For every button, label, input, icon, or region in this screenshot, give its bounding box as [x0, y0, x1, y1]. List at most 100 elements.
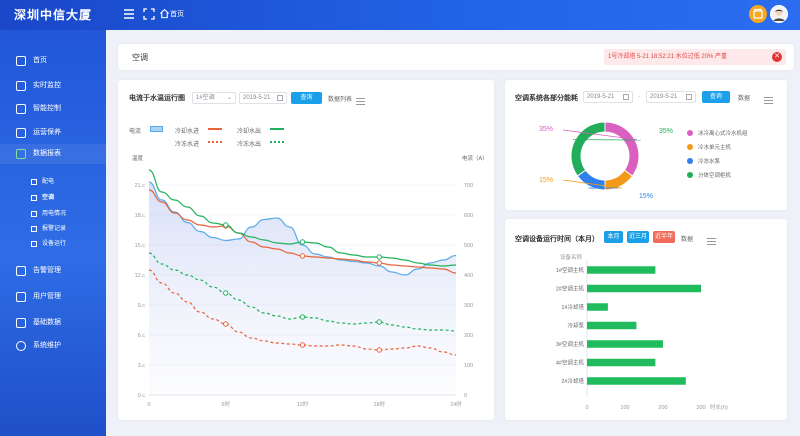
legend-cw-in-swatch — [208, 127, 223, 130]
x-tick-label: 0 — [147, 402, 150, 408]
bar — [587, 377, 686, 385]
grid-icon — [16, 81, 26, 91]
sidebar-item-base-data[interactable]: 基础数据 — [0, 313, 106, 333]
sidebar-item-monitor[interactable]: 实时监控 — [0, 76, 106, 96]
legend-label: 冷水单元主机 — [698, 143, 732, 151]
series-chw-in-line — [148, 269, 457, 356]
sidebar-sub-alarms[interactable]: 报警记录 — [0, 222, 106, 236]
bar — [587, 266, 656, 274]
runtime-card: 空调设备运行时间（本月） 本月 近三月 近半年 数据 设备名称 0 100 200 30… — [505, 219, 787, 420]
legend-label: 冰冷离心式冷水机组 — [698, 129, 748, 137]
notification-icon[interactable] — [749, 5, 767, 23]
y-tick-label: 3.c — [138, 363, 146, 369]
bar — [587, 340, 663, 348]
legend-current-swatch — [150, 125, 164, 132]
data-point-marker — [376, 319, 382, 325]
bar-category-label: 冷却泵 — [567, 322, 584, 330]
sidebar-item-system[interactable]: 系统维护 — [0, 336, 106, 356]
energy-card: 空调系统各部分能耗 2019-5-21 - 2019-5-21 查询 数据 35… — [505, 80, 787, 210]
x-tick-label: 200 — [658, 405, 667, 411]
legend-dot — [687, 172, 693, 178]
page-header: 空调 1号冷却塔 5-21 18:52:21 水位过低 20% 严重 ✕ — [118, 44, 794, 70]
bar-category-label: 1#空调主机 — [556, 266, 585, 274]
data-point-marker — [223, 290, 229, 296]
alarm-text: 1号冷却塔 5-21 18:52:21 水位过低 20% 严重 — [608, 54, 728, 60]
sliders-icon — [16, 104, 26, 114]
sidebar-item-reports[interactable]: 数据报表 — [0, 144, 106, 164]
chevron-down-icon: ⌄ — [226, 95, 232, 101]
x-axis-title: 时长(h) — [710, 403, 728, 411]
clipboard-icon — [16, 128, 26, 138]
y2-tick-label: 500 — [464, 243, 473, 249]
donut-percent-label: 35% — [539, 126, 553, 133]
data-point-marker — [376, 254, 382, 260]
brand-title: 深圳中信大厦 — [13, 8, 92, 22]
donut-slice — [604, 169, 634, 191]
legend-dot — [687, 158, 693, 164]
ac-icon — [31, 195, 37, 201]
y2-tick-label: 200 — [464, 333, 473, 339]
bar-category-label: 3#空调主机 — [556, 340, 585, 348]
donut-slice — [570, 121, 606, 177]
legend-chw-out-swatch — [270, 140, 285, 143]
list-icon[interactable] — [356, 93, 365, 111]
main-chart-card: 电流于水温运行图 1#空调 ⌄ 2019-5-21 查询 数据列表 电流 冷却水… — [118, 80, 494, 420]
date-field[interactable]: 2019-5-21 — [239, 92, 287, 104]
x-tick-label: 18时 — [373, 400, 385, 408]
legend-chw-in: 冷冻水进 — [175, 133, 223, 151]
sidebar-item-maintenance[interactable]: 运营保养 — [0, 123, 106, 143]
y-tick-label: 21.c — [135, 183, 146, 189]
sidebar-item-control[interactable]: 智能控制 — [0, 99, 106, 119]
calendar-icon — [277, 95, 283, 101]
donut-slice — [604, 121, 640, 177]
bar — [587, 284, 701, 293]
series-chw-out-line — [148, 252, 457, 332]
chart-icon — [16, 56, 26, 66]
sidebar-sub-power[interactable]: 配电 — [0, 175, 106, 189]
legend-dot — [687, 144, 693, 150]
y-axis-title: 温度 — [132, 154, 144, 162]
sidebar-sub-ac[interactable]: 空调 — [0, 191, 106, 205]
y-tick-label: 15.c — [135, 243, 146, 249]
legend-dot — [687, 130, 693, 136]
close-icon[interactable]: ✕ — [772, 52, 782, 62]
breadcrumb[interactable]: 首页 — [170, 0, 184, 30]
fullscreen-icon[interactable] — [142, 8, 156, 22]
database-icon — [16, 318, 26, 328]
y-tick-label: 9.c — [138, 303, 146, 309]
donut-percent-label: 15% — [639, 193, 653, 200]
sidebar-item-home[interactable]: 首页 — [0, 51, 106, 71]
donut-percent-label: 35% — [659, 128, 673, 135]
user-avatar[interactable] — [770, 5, 788, 23]
record-icon — [31, 226, 37, 232]
x-tick-label: 0 — [585, 405, 588, 411]
series-current-area — [149, 182, 456, 395]
data-list-link[interactable]: 数据列表 — [328, 94, 352, 103]
lightning-icon — [31, 179, 37, 185]
x-tick-label: 100 — [620, 405, 629, 411]
query-button[interactable]: 查询 — [291, 92, 322, 104]
menu-toggle-icon[interactable] — [122, 8, 136, 22]
home-icon[interactable] — [157, 8, 171, 22]
alarm-banner[interactable]: 1号冷却塔 5-21 18:52:21 水位过低 20% 严重 ✕ — [604, 49, 786, 65]
page-title: 空调 — [132, 53, 148, 62]
sidebar-sub-usage[interactable]: 用电情况 — [0, 207, 106, 221]
sidebar-item-alarm-mgmt[interactable]: 告警管理 — [0, 261, 106, 281]
bar-category-label: 1#冷却塔 — [561, 303, 584, 311]
series-cw-out-line — [148, 169, 457, 267]
bar-category-label: 2#冷却塔 — [561, 377, 584, 385]
x-tick-label: 12时 — [297, 400, 309, 408]
line-chart-icon — [16, 149, 26, 159]
x-tick-label: 6时 — [221, 400, 230, 408]
sidebar-item-users[interactable]: 用户管理 — [0, 287, 106, 307]
x-tick-label: 24时 — [450, 400, 462, 408]
y2-tick-label: 700 — [464, 183, 473, 189]
y-tick-label: 12.c — [135, 273, 146, 279]
sidebar-sub-device[interactable]: 设备运行 — [0, 237, 106, 251]
legend-chw-out: 冷冻水出 — [237, 133, 285, 151]
device-select[interactable]: 1#空调 ⌄ — [192, 92, 236, 104]
device-icon — [31, 241, 37, 247]
y2-tick-label: 400 — [464, 273, 473, 279]
y2-tick-label: 300 — [464, 303, 473, 309]
sidebar: 首页 实时监控 智能控制 运营保养 数据报表 配电 空调 用电情况 报警记录 设… — [0, 30, 106, 436]
